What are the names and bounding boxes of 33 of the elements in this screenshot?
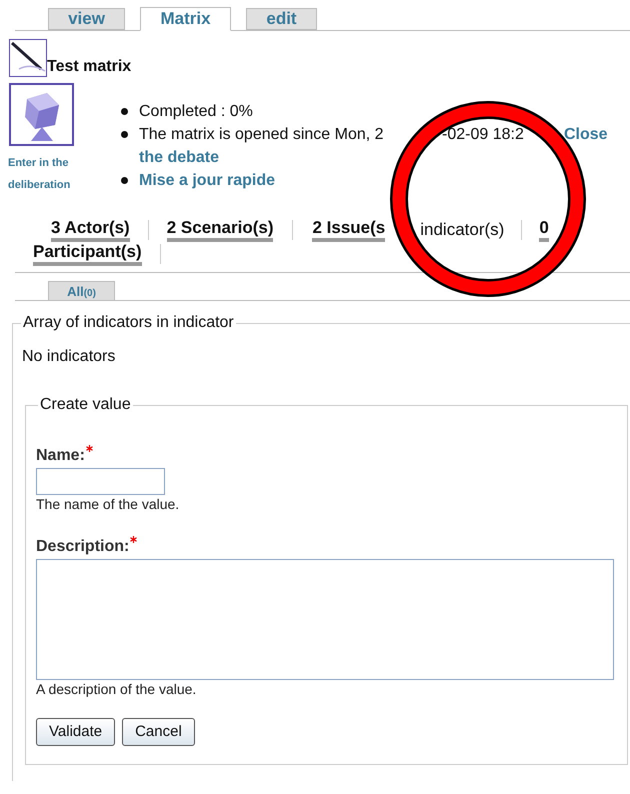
info-text: The matrix is opened since Mon, 2 bbox=[139, 126, 384, 143]
count-tab[interactable]: indicator(s) bbox=[420, 220, 504, 240]
info-text: -02-09 18:2 bbox=[442, 126, 524, 143]
cube-icon bbox=[9, 83, 74, 146]
description-field[interactable] bbox=[36, 559, 614, 680]
field-help: A description of the value. bbox=[36, 680, 196, 698]
bullet-icon bbox=[121, 108, 128, 115]
matrix-title: Test matrix bbox=[47, 58, 132, 76]
field-help: The name of the value. bbox=[36, 495, 180, 513]
quick-update-link[interactable]: Mise a jour rapide bbox=[139, 172, 276, 189]
tab[interactable]: Matrix bbox=[140, 7, 231, 31]
name-field[interactable] bbox=[36, 468, 165, 495]
close-debate-link[interactable]: Close bbox=[564, 123, 608, 146]
count-tab[interactable]: 2 Scenario(s) bbox=[166, 218, 274, 242]
panel-legend: Array of indicators in indicator bbox=[21, 311, 236, 335]
tab[interactable]: view bbox=[48, 8, 125, 30]
info-text: Completed : 0% bbox=[139, 103, 253, 120]
count-tab[interactable]: 3 Actor(s) bbox=[51, 218, 130, 242]
count-tab[interactable]: 2 Issue(s bbox=[312, 218, 386, 242]
count-tab[interactable]: 0 bbox=[539, 218, 549, 242]
empty-message: No indicators bbox=[22, 347, 116, 367]
count-tab[interactable]: Participant(s) bbox=[33, 242, 142, 266]
field-label: Description: bbox=[36, 537, 130, 557]
close-debate-link[interactable]: the debate bbox=[139, 149, 220, 166]
bullet-icon bbox=[121, 177, 128, 184]
panel-legend: Create value bbox=[38, 393, 133, 417]
field-label: Name: bbox=[36, 446, 85, 466]
pen-icon bbox=[9, 39, 47, 77]
form-button[interactable]: Validate bbox=[36, 718, 116, 746]
form-button[interactable]: Cancel bbox=[122, 718, 195, 746]
enter-link[interactable]: Enter in the deliberation bbox=[8, 152, 98, 196]
bullet-icon bbox=[121, 131, 128, 138]
tab[interactable]: edit bbox=[246, 8, 317, 30]
